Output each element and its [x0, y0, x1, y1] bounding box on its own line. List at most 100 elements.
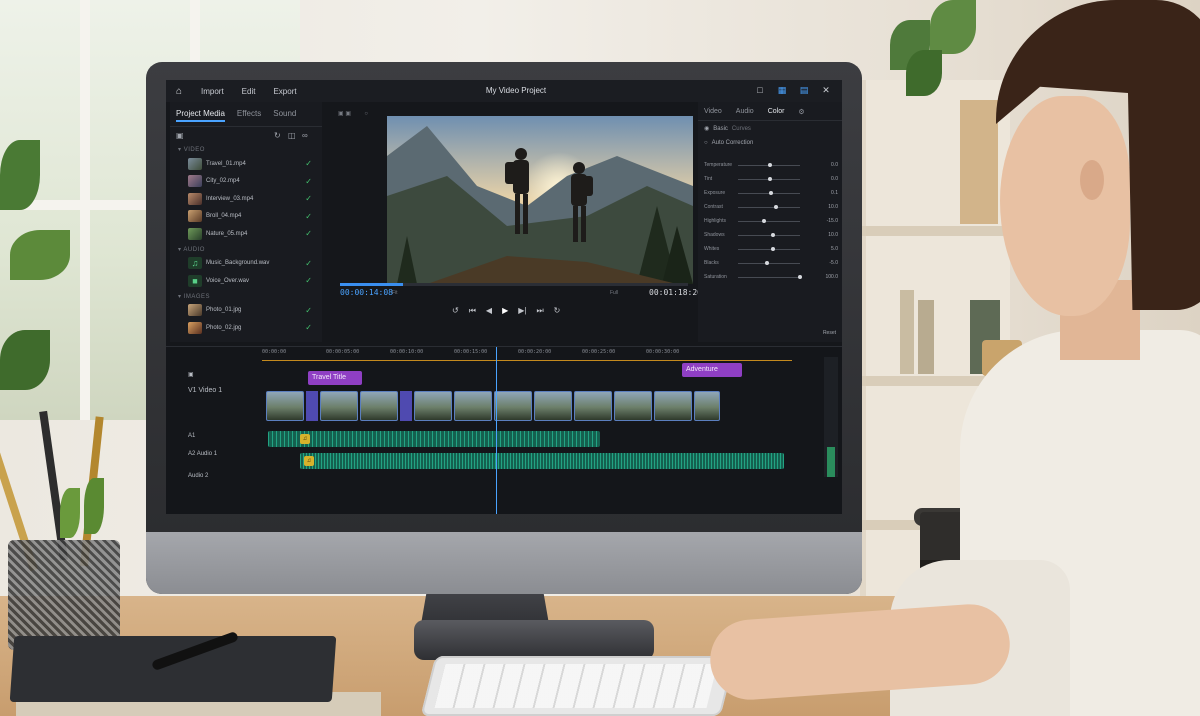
tab-effects[interactable]: Effects: [237, 109, 261, 122]
file-name: Interview_03.mp4: [206, 195, 254, 202]
adjustment-label: Whites: [704, 246, 720, 252]
media-item[interactable]: ■ Voice_Over.wav ✓: [170, 272, 322, 290]
tab-audio[interactable]: Audio: [736, 108, 754, 116]
playhead[interactable]: [496, 347, 497, 514]
link-icon[interactable]: ∞: [302, 131, 308, 140]
audio-marker-icon: ♫: [304, 456, 314, 466]
step-forward-icon[interactable]: ▶|: [518, 306, 526, 316]
media-item[interactable]: Interview_03.mp4 ✓: [170, 190, 322, 208]
video-clip[interactable]: [454, 391, 492, 421]
panels-icon[interactable]: ▤: [798, 84, 810, 96]
title-clip-adventure[interactable]: Adventure: [682, 363, 742, 377]
media-item[interactable]: City_02.mp4 ✓: [170, 173, 322, 191]
track-id: V1: [188, 387, 197, 394]
auto-correction[interactable]: ○ Auto Correction: [698, 136, 842, 150]
loop-icon[interactable]: ↺: [452, 306, 459, 316]
slider-knob[interactable]: [771, 247, 775, 251]
transition[interactable]: [306, 391, 318, 421]
tab-color[interactable]: Color: [768, 108, 785, 116]
adjustment-list: Temperature 0.0 Tint 0.0 Exposure 0.1 Contrast…: [698, 158, 842, 284]
media-item[interactable]: Broll_04.mp4 ✓: [170, 208, 322, 226]
media-item[interactable]: Photo_02.jpg ✓: [170, 319, 322, 337]
media-item[interactable]: Photo_01.jpg ✓: [170, 302, 322, 320]
slider-knob[interactable]: [768, 163, 772, 167]
fit-dropdown[interactable]: Fit: [392, 290, 398, 296]
transition[interactable]: [400, 391, 412, 421]
slider-knob[interactable]: [762, 219, 766, 223]
menu-export[interactable]: Export: [264, 87, 305, 96]
adjustment-slider[interactable]: [738, 235, 800, 236]
home-icon[interactable]: ⌂: [166, 86, 192, 97]
skip-back-icon[interactable]: ⏮: [469, 306, 476, 316]
folder-icon[interactable]: ◫: [288, 131, 296, 140]
tab-project-media[interactable]: Project Media: [176, 109, 225, 122]
ruler-tick: 00:00:20:00: [518, 349, 552, 355]
video-clip[interactable]: [360, 391, 398, 421]
slider-knob[interactable]: [798, 275, 802, 279]
check-icon: ✓: [305, 176, 312, 186]
video-clip[interactable]: [614, 391, 652, 421]
track-toggle[interactable]: ▣: [188, 371, 194, 378]
adjustment-slider[interactable]: [738, 263, 800, 264]
video-clip[interactable]: [574, 391, 612, 421]
video-clip[interactable]: [694, 391, 720, 421]
video-track: [266, 391, 720, 421]
notebook: [9, 636, 337, 702]
preview-scrubber[interactable]: [340, 283, 688, 286]
refresh-icon[interactable]: ↻: [274, 131, 281, 140]
project-title: My Video Project: [485, 86, 547, 95]
slider-knob[interactable]: [765, 261, 769, 265]
audio-marker-icon: ♫: [300, 434, 310, 444]
video-preview[interactable]: [387, 116, 693, 284]
reset-button[interactable]: Reset: [823, 330, 836, 336]
video-thumbnail: [188, 192, 202, 205]
slider-knob[interactable]: [769, 191, 774, 195]
check-icon: ✓: [305, 276, 312, 286]
adjustment-slider[interactable]: [738, 221, 800, 222]
title-clip-travel[interactable]: Travel Title: [308, 371, 362, 385]
import-media-icon[interactable]: ▣: [176, 131, 184, 140]
audio-clip-1[interactable]: ♫: [268, 431, 600, 447]
menu-edit[interactable]: Edit: [233, 87, 265, 96]
layout-icon[interactable]: ▦: [776, 84, 788, 96]
media-item[interactable]: Travel_01.mp4 ✓: [170, 155, 322, 173]
video-clip[interactable]: [654, 391, 692, 421]
timeline: 00:00:00 00:00:05:00 00:00:10:00 00:00:15:0…: [166, 346, 842, 514]
step-back-icon[interactable]: ◀: [486, 306, 492, 316]
minimize-icon[interactable]: □: [754, 84, 766, 96]
adjustment-slider[interactable]: [738, 277, 800, 278]
skip-forward-icon[interactable]: ⏭: [536, 306, 543, 316]
slider-knob[interactable]: [774, 205, 778, 209]
video-clip[interactable]: [320, 391, 358, 421]
settings-icon[interactable]: ⚙: [798, 108, 804, 116]
video-clip[interactable]: [266, 391, 304, 421]
music-note-icon: ♫: [188, 257, 202, 270]
adjustment-slider[interactable]: [738, 249, 800, 250]
timeline-ruler[interactable]: 00:00:00 00:00:05:00 00:00:10:00 00:00:15:0…: [262, 349, 792, 361]
media-item[interactable]: Nature_05.mp4 ✓: [170, 225, 322, 243]
video-clip[interactable]: [414, 391, 452, 421]
adjustment-value: -5.0: [829, 260, 838, 266]
play-icon[interactable]: ▶: [502, 306, 508, 316]
audio-clip-2[interactable]: ♫: [300, 453, 784, 469]
adjustment-value: 5.0: [831, 246, 838, 252]
menu-import[interactable]: Import: [192, 87, 233, 96]
media-item[interactable]: ♫ Music_Background.wav ✓: [170, 255, 322, 273]
group-audio[interactable]: ▾ AUDIO: [170, 243, 322, 255]
slider-knob[interactable]: [768, 177, 772, 181]
color-mode[interactable]: ◉ Basic Curves: [698, 121, 842, 136]
repeat-icon[interactable]: ↻: [554, 306, 561, 316]
video-clip[interactable]: [534, 391, 572, 421]
video-clip[interactable]: [494, 391, 532, 421]
audio-meter: [824, 357, 838, 477]
group-label: IMAGES: [183, 293, 211, 300]
group-images[interactable]: ▾ IMAGES: [170, 290, 322, 302]
file-name: Voice_Over.wav: [206, 277, 250, 284]
tab-sound[interactable]: Sound: [273, 109, 296, 122]
tab-video[interactable]: Video: [704, 108, 722, 116]
group-video[interactable]: ▾ VIDEO: [170, 143, 322, 155]
quality-dropdown[interactable]: Full: [610, 290, 618, 296]
adjustment-slider[interactable]: [738, 207, 800, 208]
slider-knob[interactable]: [771, 233, 775, 237]
close-icon[interactable]: ✕: [820, 84, 832, 96]
